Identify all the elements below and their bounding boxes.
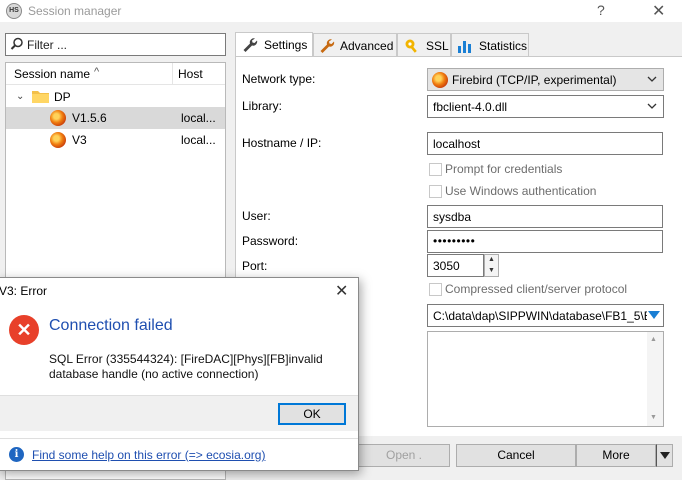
help-link[interactable]: Find some help on this error (=> ecosia.… <box>32 448 265 462</box>
spin-up-icon[interactable]: ▲ <box>485 255 498 265</box>
sort-ascending-icon: ^ <box>94 66 100 78</box>
dialog-title: V3: Error <box>0 284 48 298</box>
dialog-help-row: i Find some help on this error (=> ecosi… <box>0 438 358 470</box>
tree-session-v156[interactable]: V1.5.6 local... <box>6 107 225 129</box>
folder-icon <box>32 91 49 103</box>
cancel-button[interactable]: Cancel <box>456 444 576 467</box>
network-type-select[interactable]: Firebird (TCP/IP, experimental) <box>427 68 664 91</box>
spin-down-icon[interactable]: ▼ <box>485 266 498 276</box>
dialog-heading: Connection failed <box>49 317 173 334</box>
windows-auth-label: Use Windows authentication <box>445 184 597 198</box>
tab-label: Settings <box>264 38 308 52</box>
app-logo-icon: HS <box>6 3 22 19</box>
wrench-icon <box>320 39 335 53</box>
library-value: fbclient-4.0.dll <box>433 100 508 114</box>
wrench-icon <box>243 38 258 52</box>
error-dialog: V3: Error ✕ ✕ Connection failed SQL Erro… <box>0 277 359 471</box>
user-value: sysdba <box>433 210 472 224</box>
column-host[interactable]: Host <box>178 67 203 81</box>
column-divider[interactable] <box>172 63 173 85</box>
close-window-button[interactable]: ✕ <box>652 1 665 21</box>
comment-textarea[interactable]: ▲ ▼ <box>427 331 664 427</box>
tab-settings[interactable]: Settings <box>235 32 313 56</box>
session-filter-input[interactable]: Filter ... <box>5 33 226 56</box>
hostname-value: localhost <box>433 137 481 151</box>
title-bar: HS Session manager ? ✕ <box>0 0 682 22</box>
column-session-name[interactable]: Session name <box>14 67 90 81</box>
dialog-close-button[interactable]: ✕ <box>335 281 348 301</box>
database-value: C:\data\dap\SIPPWIN\database\FB1_5\B <box>433 309 647 323</box>
chevron-down-icon <box>647 76 657 82</box>
tree-header: Session name ^ Host <box>6 63 225 85</box>
lock-icon <box>405 39 417 53</box>
hostname-label: Hostname / IP: <box>242 136 322 150</box>
hostname-input[interactable]: localhost <box>427 132 663 155</box>
password-label: Password: <box>242 234 299 248</box>
folder-label: DP <box>54 90 71 104</box>
windows-auth-checkbox[interactable] <box>429 185 442 198</box>
user-input[interactable]: sysdba <box>427 205 663 228</box>
session-host: local... <box>181 111 216 125</box>
error-icon: ✕ <box>9 315 39 345</box>
user-label: User: <box>242 209 271 223</box>
network-type-value: Firebird (TCP/IP, experimental) <box>452 73 617 87</box>
session-name: V1.5.6 <box>72 111 107 125</box>
tab-ssl[interactable]: SSL <box>397 33 451 56</box>
port-spinner[interactable]: ▲ ▼ <box>484 254 499 277</box>
port-input[interactable]: 3050 <box>427 254 484 277</box>
tab-label: SSL <box>426 39 449 53</box>
session-host: local... <box>181 133 216 147</box>
library-select[interactable]: fbclient-4.0.dll <box>427 95 664 118</box>
firebird-icon <box>50 110 66 126</box>
tab-advanced[interactable]: Advanced <box>313 33 397 56</box>
prompt-credentials-label: Prompt for credentials <box>445 162 563 176</box>
prompt-credentials-checkbox[interactable] <box>429 163 442 176</box>
more-button[interactable]: More <box>576 444 656 467</box>
chevron-down-icon[interactable] <box>648 310 660 320</box>
tab-label: Advanced <box>340 39 394 53</box>
network-type-label: Network type: <box>242 72 316 86</box>
caret-down-icon <box>660 452 670 459</box>
search-icon <box>10 37 23 50</box>
port-label: Port: <box>242 259 268 273</box>
database-select[interactable]: C:\data\dap\SIPPWIN\database\FB1_5\B <box>427 304 664 327</box>
compressed-protocol-checkbox[interactable] <box>429 283 442 296</box>
firebird-icon <box>432 72 448 88</box>
chevron-down-icon <box>647 103 657 109</box>
session-name: V3 <box>72 133 87 147</box>
compressed-protocol-label: Compressed client/server protocol <box>445 282 628 296</box>
more-dropdown-button[interactable] <box>656 444 673 467</box>
info-icon: i <box>9 447 24 462</box>
tab-statistics[interactable]: Statistics <box>451 33 529 56</box>
window-title: Session manager <box>28 4 122 18</box>
textarea-scrollbar[interactable]: ▲ ▼ <box>647 332 663 426</box>
tab-label: Statistics <box>479 39 528 53</box>
scroll-down-icon[interactable]: ▼ <box>650 414 657 421</box>
firebird-icon <box>50 132 66 148</box>
tree-folder-dp[interactable]: ⌄ DP <box>6 86 225 108</box>
filter-placeholder: Filter ... <box>27 38 68 52</box>
port-value: 3050 <box>433 259 460 273</box>
tree-session-v3[interactable]: V3 local... <box>6 129 225 151</box>
bar-chart-icon <box>458 41 471 53</box>
open-button[interactable]: Open . <box>358 444 450 467</box>
chevron-down-icon[interactable]: ⌄ <box>16 91 24 102</box>
password-value: ••••••••• <box>433 234 476 248</box>
ok-button[interactable]: OK <box>278 403 346 425</box>
scroll-up-icon[interactable]: ▲ <box>650 336 657 343</box>
password-input[interactable]: ••••••••• <box>427 230 663 253</box>
dialog-footer: OK <box>0 395 358 431</box>
dialog-message: SQL Error (335544324): [FireDAC][Phys][F… <box>49 352 323 381</box>
help-button[interactable]: ? <box>597 2 605 18</box>
library-label: Library: <box>242 99 283 113</box>
